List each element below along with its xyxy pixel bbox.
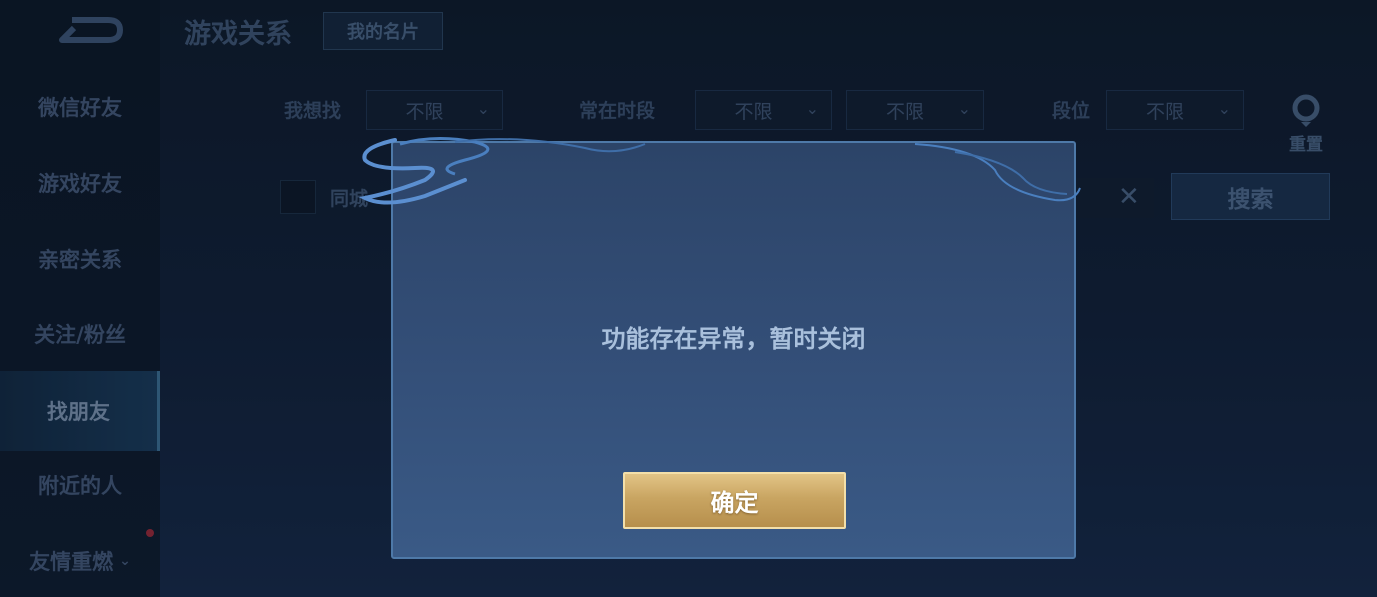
confirm-label: 确定 bbox=[710, 489, 759, 517]
alert-dialog: 功能存在异常，暂时关闭 确定 bbox=[391, 141, 1076, 559]
confirm-button[interactable]: 确定 bbox=[623, 472, 846, 529]
dialog-message: 功能存在异常，暂时关闭 bbox=[601, 325, 866, 353]
